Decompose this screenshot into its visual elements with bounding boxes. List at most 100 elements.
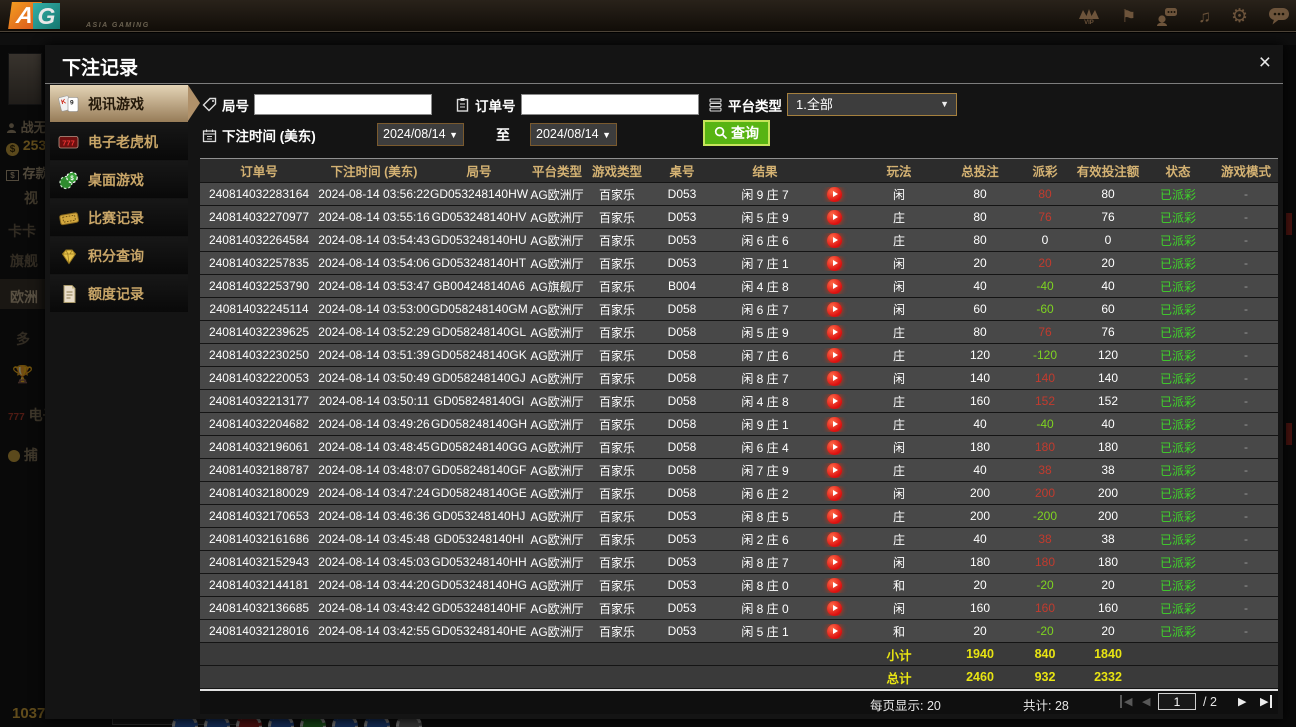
cell-total_bet: 140 xyxy=(969,371,991,385)
menu-item-table-games[interactable]: $ 桌面游戏 xyxy=(50,161,188,198)
modal-content: 局号 订单号 平台类型 1.全部 ▼ 下注时间 (美东) 2024/08/14 ▼… xyxy=(200,85,1278,714)
cell-valid_bet: 0 xyxy=(1104,233,1112,247)
cell-order: 240814032283164 xyxy=(208,187,310,201)
play-icon[interactable] xyxy=(826,531,842,547)
total-count-label: 共计: 28 xyxy=(1023,699,1069,713)
cell-order: 240814032213177 xyxy=(208,394,310,408)
video-chat-icon[interactable] xyxy=(1156,7,1178,26)
play-icon[interactable] xyxy=(826,600,842,616)
cell-round: GD053248140HI xyxy=(433,532,525,546)
cell-bet_type: 庄 xyxy=(892,509,905,524)
menu-item-points-query[interactable]: 积分查询 xyxy=(50,237,188,274)
play-cell xyxy=(814,600,854,616)
table-body: 240814032283164 2024-08-14 03:56:22 GD0532… xyxy=(200,183,1278,642)
cell-total_bet: 80 xyxy=(973,325,987,339)
cell-total_bet: 40 xyxy=(973,463,987,477)
play-icon[interactable] xyxy=(826,393,842,409)
next-page-icon[interactable]: ▶ xyxy=(1238,695,1246,708)
cell-round: GD053248140HJ xyxy=(432,509,526,523)
play-icon[interactable] xyxy=(826,508,842,524)
cell-order: 240814032257835 xyxy=(208,256,310,270)
sum-cell: 小计 xyxy=(886,648,912,663)
play-icon[interactable] xyxy=(826,209,842,225)
cell-mode: - xyxy=(1244,532,1248,546)
date-to-dropdown[interactable]: 2024/08/14 ▼ xyxy=(530,123,617,146)
menu-item-slots[interactable]: 777 电子老虎机 xyxy=(50,123,188,160)
cell-total_bet: 80 xyxy=(973,233,987,247)
round-input[interactable] xyxy=(254,94,432,115)
menu-item-credit-records[interactable]: 额度记录 xyxy=(50,275,188,312)
cell-mode: - xyxy=(1244,210,1248,224)
menu-item-video-games[interactable]: K9 视讯游戏 xyxy=(50,85,200,122)
chat-icon[interactable] xyxy=(1268,7,1290,25)
play-icon[interactable] xyxy=(826,485,842,501)
play-icon[interactable] xyxy=(826,255,842,271)
menu-item-match-records[interactable]: 比赛记录 xyxy=(50,199,188,236)
ag-logo[interactable]: A G ASIA GAMING xyxy=(8,2,180,30)
cell-status: 已派彩 xyxy=(1159,555,1196,570)
last-page-icon[interactable]: ▶ xyxy=(1260,695,1273,708)
cell-payout: -60 xyxy=(1036,302,1054,316)
play-icon[interactable] xyxy=(826,439,842,455)
play-cell xyxy=(814,416,854,432)
settings-icon[interactable]: ⚙ xyxy=(1231,7,1248,26)
cell-time: 2024-08-14 03:50:49 xyxy=(318,371,430,385)
play-icon[interactable] xyxy=(826,577,842,593)
cell-status: 已派彩 xyxy=(1159,348,1196,363)
cell-payout: 80 xyxy=(1038,187,1052,201)
cell-game: 百家乐 xyxy=(598,601,635,616)
play-cell xyxy=(814,531,854,547)
play-icon[interactable] xyxy=(826,370,842,386)
page-input[interactable] xyxy=(1158,693,1196,710)
cell-table_no: D053 xyxy=(667,509,697,523)
cell-time: 2024-08-14 03:56:22 xyxy=(318,187,430,201)
play-icon[interactable] xyxy=(826,623,842,639)
cell-round: GD053248140HW xyxy=(430,187,528,201)
topbar: A G ASIA GAMING VIP ⚑ ♫ ⚙ xyxy=(0,0,1296,32)
flag-icon[interactable]: ⚑ xyxy=(1121,8,1136,25)
close-icon[interactable]: × xyxy=(1259,52,1271,73)
cell-round: GD053248140HH xyxy=(431,555,527,569)
first-page-icon[interactable]: ◀ xyxy=(1120,695,1132,708)
table-row: 240814032239625 2024-08-14 03:52:29 GD0582… xyxy=(200,321,1278,343)
cell-valid_bet: 20 xyxy=(1101,624,1115,638)
query-button[interactable]: 查询 xyxy=(703,120,770,146)
cell-valid_bet: 152 xyxy=(1097,394,1119,408)
logo-subtitle: ASIA GAMING xyxy=(86,22,150,29)
play-icon[interactable] xyxy=(826,416,842,432)
platform-select[interactable]: 1.全部 ▼ xyxy=(787,93,957,116)
cell-round: GD058248140GG xyxy=(430,440,528,454)
vip-icon[interactable]: VIP xyxy=(1077,7,1101,26)
cell-valid_bet: 60 xyxy=(1101,302,1115,316)
play-icon[interactable] xyxy=(826,301,842,317)
play-cell xyxy=(814,393,854,409)
play-icon[interactable] xyxy=(826,347,842,363)
cell-bet_type: 闲 xyxy=(892,279,905,294)
play-icon[interactable] xyxy=(826,278,842,294)
cell-valid_bet: 76 xyxy=(1101,210,1115,224)
cell-time: 2024-08-14 03:45:48 xyxy=(318,532,430,546)
cell-order: 240814032230250 xyxy=(208,348,310,362)
header-cell: 结果 xyxy=(752,165,778,179)
total-row: 总计 2460 932 2332 xyxy=(200,666,1278,688)
slot-machine-icon: 777 xyxy=(58,132,80,152)
play-icon[interactable] xyxy=(826,462,842,478)
cell-bet_type: 庄 xyxy=(892,394,905,409)
prev-page-icon[interactable]: ◀ xyxy=(1142,695,1150,708)
music-icon[interactable]: ♫ xyxy=(1198,8,1211,25)
sum-cell: 932 xyxy=(1034,670,1056,684)
play-icon[interactable] xyxy=(826,554,842,570)
cell-mode: - xyxy=(1244,463,1248,477)
cell-time: 2024-08-14 03:54:43 xyxy=(318,233,430,247)
play-icon[interactable] xyxy=(826,232,842,248)
cell-time: 2024-08-14 03:44:20 xyxy=(318,578,430,592)
logo-letter-g: G xyxy=(33,3,60,29)
cell-game: 百家乐 xyxy=(598,210,635,225)
order-input[interactable] xyxy=(520,94,699,115)
play-icon[interactable] xyxy=(826,324,842,340)
vip-label: VIP xyxy=(1084,19,1094,26)
date-from-dropdown[interactable]: 2024/08/14 ▼ xyxy=(377,123,464,146)
cell-game: 百家乐 xyxy=(598,187,635,202)
play-icon[interactable] xyxy=(826,186,842,202)
bet-records-table: 订单号 下注时间 (美东) 局号 平台类型 游戏类型 桌号 结果 玩法 总投注 派彩 有效投注额 状态… xyxy=(200,158,1278,689)
